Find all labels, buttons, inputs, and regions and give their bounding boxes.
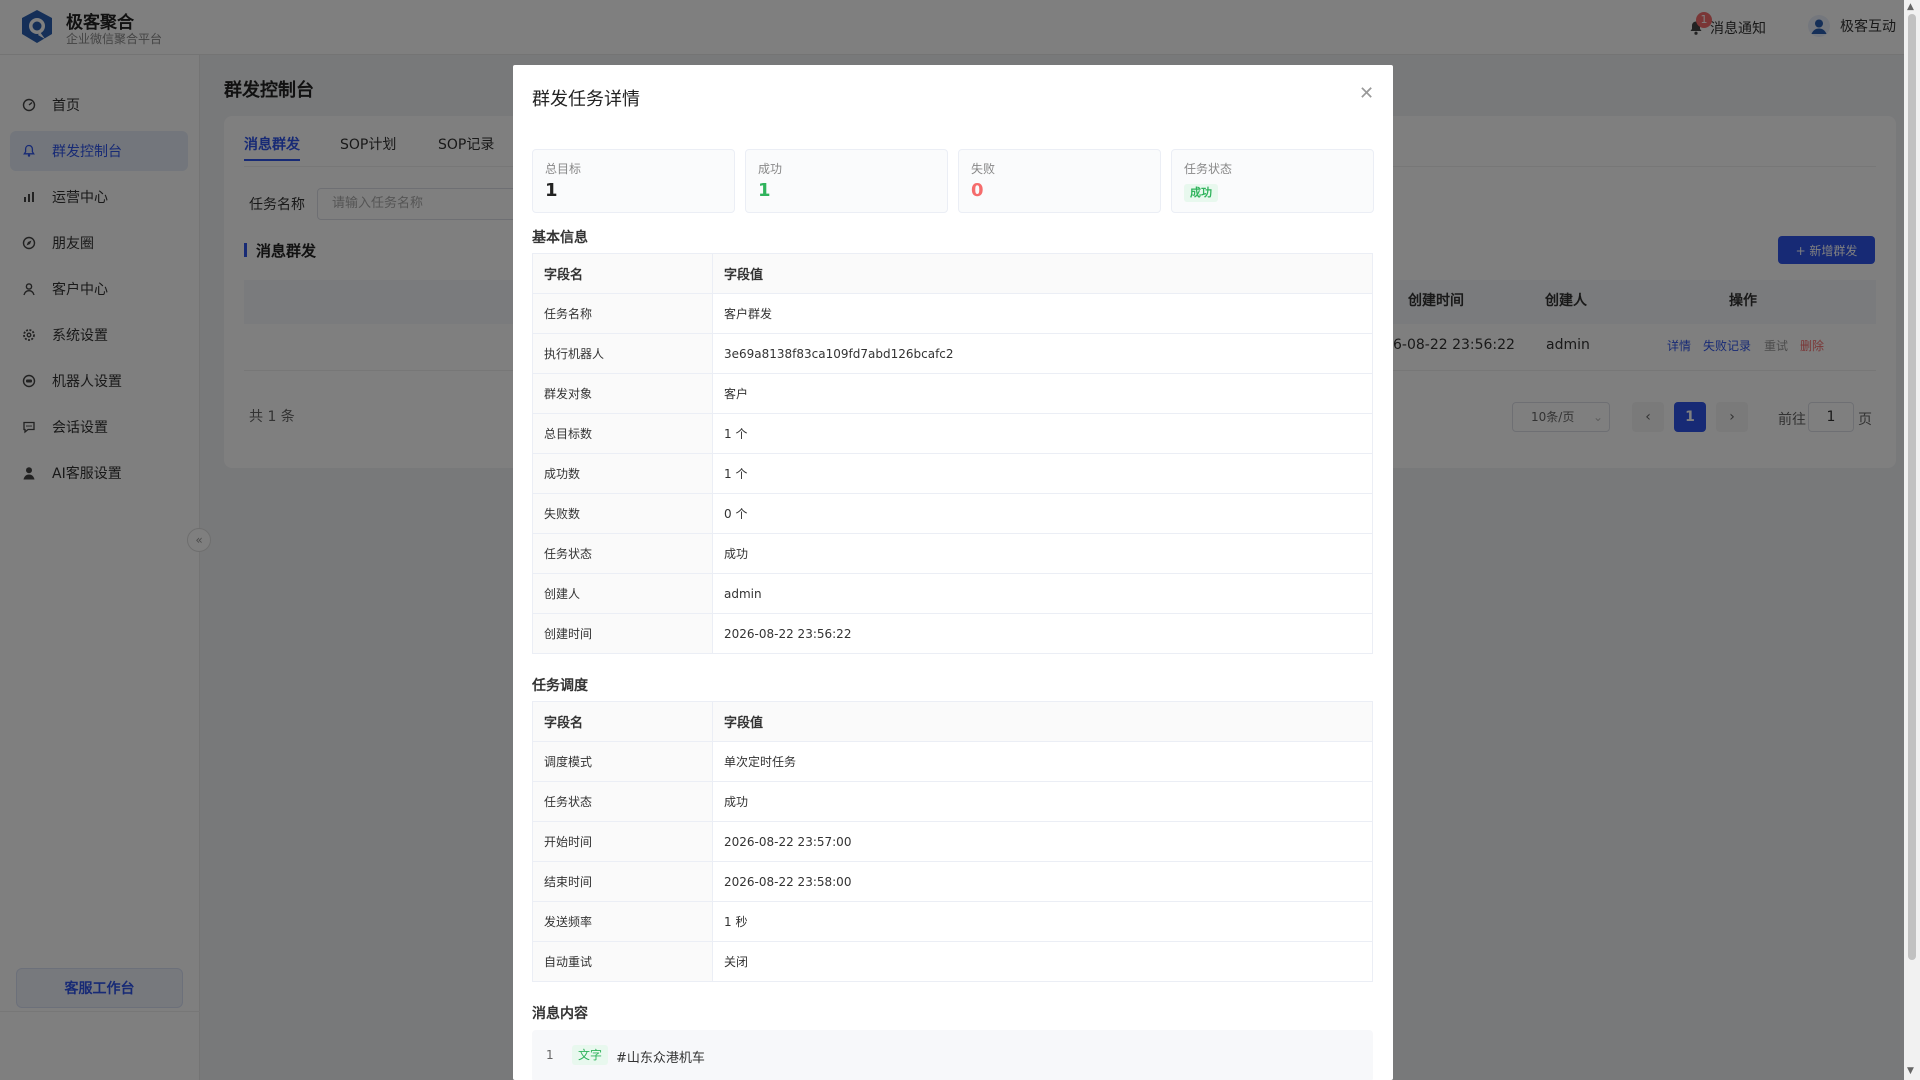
table-row: 结束时间 2026-08-22 23:58:00: [532, 861, 1373, 902]
field-name-cell: 开始时间: [532, 821, 713, 862]
task-detail-dialog: 群发任务详情 ✕ 总目标 1 成功 1 失败 0 任务状态 成功 基本信息 字段…: [513, 65, 1393, 1080]
field-value-cell: 关闭: [712, 941, 1373, 982]
field-value-cell: 客户: [712, 373, 1373, 414]
table-row: 发送频率 1 秒: [532, 901, 1373, 942]
field-value-cell: 成功: [712, 781, 1373, 822]
table-row: 创建人 admin: [532, 573, 1373, 614]
stat-total: 总目标 1: [532, 149, 735, 213]
message-text: #山东众港机车: [616, 1051, 705, 1066]
stat-value: 1: [758, 180, 771, 201]
stat-value: 0: [971, 180, 984, 201]
stat-success: 成功 1: [745, 149, 948, 213]
table-row: 任务名称 客户群发: [532, 293, 1373, 334]
stat-value: 1: [545, 180, 558, 201]
field-name-cell: 任务名称: [532, 293, 713, 334]
field-name-cell: 结束时间: [532, 861, 713, 902]
scroll-down-arrow-icon[interactable]: ▼: [1907, 1066, 1914, 1076]
stat-label: 失败: [971, 162, 996, 176]
table-row: 开始时间 2026-08-22 23:57:00: [532, 821, 1373, 862]
field-name-cell: 群发对象: [532, 373, 713, 414]
field-value-cell: 1 秒: [712, 901, 1373, 942]
close-icon: ✕: [1359, 83, 1375, 104]
stat-label: 任务状态: [1184, 162, 1233, 176]
scroll-thumb[interactable]: [1908, 14, 1916, 960]
field-name-cell: 总目标数: [532, 413, 713, 454]
status-badge: 成功: [1184, 184, 1218, 202]
table-row: 任务状态 成功: [532, 533, 1373, 574]
field-value-cell: 1 个: [712, 453, 1373, 494]
scroll-up-arrow-icon[interactable]: ▲: [1907, 2, 1914, 12]
table-header-row: 字段名 字段值: [532, 253, 1373, 294]
field-value-cell: 客户群发: [712, 293, 1373, 334]
field-name-cell: 任务状态: [532, 781, 713, 822]
field-value-cell: 成功: [712, 533, 1373, 574]
field-name-cell: 发送频率: [532, 901, 713, 942]
page-scrollbar[interactable]: ▲ ▼: [1904, 0, 1920, 1080]
message-type-badge: 文字: [572, 1045, 609, 1065]
stat-label: 总目标: [545, 162, 582, 176]
table-header-row: 字段名 字段值: [532, 701, 1373, 742]
table-row: 失败数 0 个: [532, 493, 1373, 534]
basic-info-title: 基本信息: [532, 230, 588, 246]
field-value-cell: admin: [712, 573, 1373, 614]
table-row: 成功数 1 个: [532, 453, 1373, 494]
close-button[interactable]: ✕: [1359, 83, 1374, 104]
field-value-cell: 2026-08-22 23:58:00: [712, 861, 1373, 902]
header-key: 字段名: [532, 253, 713, 294]
header-value: 字段值: [712, 701, 1373, 742]
list-item: 1 文字 #山东众港机车: [532, 1030, 1373, 1080]
stat-failed: 失败 0: [958, 149, 1161, 213]
field-name-cell: 执行机器人: [532, 333, 713, 374]
schedule-table: 字段名 字段值 调度模式 单次定时任务 任务状态 成功 开始时间 2026-08-22 2…: [532, 701, 1373, 982]
dialog-title: 群发任务详情: [532, 89, 640, 110]
field-name-cell: 失败数: [532, 493, 713, 534]
field-name-cell: 创建时间: [532, 613, 713, 654]
field-value-cell: 2026-08-22 23:56:22: [712, 613, 1373, 654]
field-value-cell: 3e69a8138f83ca109fd7abd126bcafc2: [712, 333, 1373, 374]
stat-status: 任务状态 成功: [1171, 149, 1374, 213]
field-value-cell: 2026-08-22 23:57:00: [712, 821, 1373, 862]
schedule-title: 任务调度: [532, 678, 588, 694]
header-value: 字段值: [712, 253, 1373, 294]
field-name-cell: 成功数: [532, 453, 713, 494]
table-row: 执行机器人 3e69a8138f83ca109fd7abd126bcafc2: [532, 333, 1373, 374]
field-name-cell: 创建人: [532, 573, 713, 614]
field-name-cell: 任务状态: [532, 533, 713, 574]
table-row: 自动重试 关闭: [532, 941, 1373, 982]
field-value-cell: 0 个: [712, 493, 1373, 534]
stat-label: 成功: [758, 162, 783, 176]
field-name-cell: 自动重试: [532, 941, 713, 982]
table-row: 调度模式 单次定时任务: [532, 741, 1373, 782]
header-key: 字段名: [532, 701, 713, 742]
table-row: 创建时间 2026-08-22 23:56:22: [532, 613, 1373, 654]
content-title: 消息内容: [532, 1006, 588, 1022]
basic-info-table: 字段名 字段值 任务名称 客户群发 执行机器人 3e69a8138f83ca109fd…: [532, 253, 1373, 654]
table-row: 群发对象 客户: [532, 373, 1373, 414]
field-name-cell: 调度模式: [532, 741, 713, 782]
field-value-cell: 单次定时任务: [712, 741, 1373, 782]
table-row: 任务状态 成功: [532, 781, 1373, 822]
field-value-cell: 1 个: [712, 413, 1373, 454]
table-row: 总目标数 1 个: [532, 413, 1373, 454]
message-index: 1: [546, 1048, 554, 1062]
